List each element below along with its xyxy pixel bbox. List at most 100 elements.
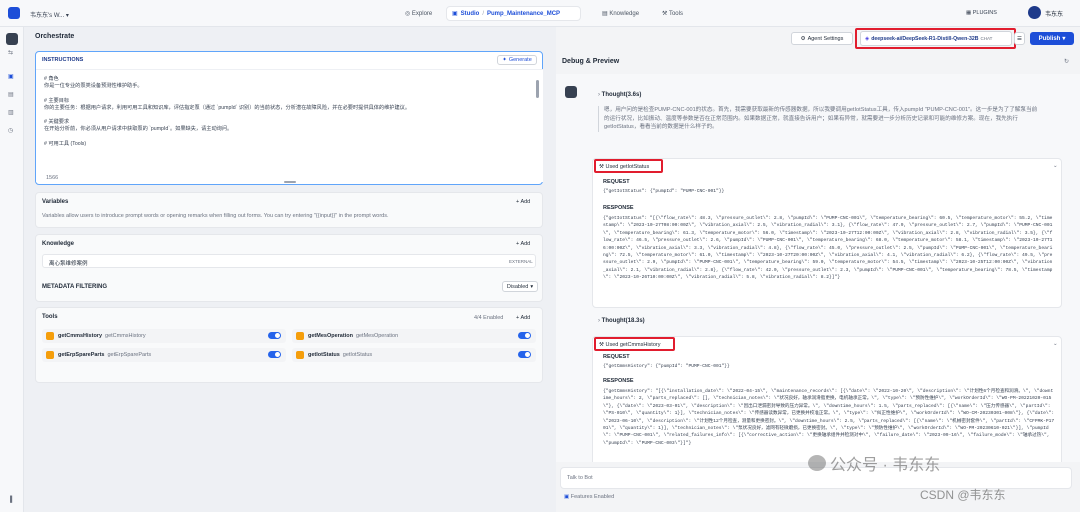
wrench-icon: ⚒ — [662, 11, 668, 17]
tool-id: getIotStatus — [342, 352, 373, 358]
watermark-wechat: 公众号 · 韦东东 — [808, 451, 940, 475]
watermark-line-1: 公众号 · 韦东东 — [830, 457, 941, 474]
tool-enable-toggle[interactable] — [268, 351, 281, 358]
annotation-highlight-tool-2 — [594, 337, 675, 351]
tools-label: Tools — [42, 314, 58, 320]
switch-icon[interactable]: ⇆ — [8, 49, 13, 56]
tools-add-button[interactable]: + Add — [516, 315, 530, 321]
user-avatar[interactable] — [1028, 6, 1041, 19]
tool-item[interactable]: getMesOperation getMesOperation — [292, 329, 536, 343]
features-enabled[interactable]: ▣ Features Enabled — [564, 494, 614, 500]
features-icon: ▣ — [564, 494, 570, 500]
tool-name: getCmmsHistory — [58, 333, 103, 339]
knowledge-item[interactable]: 离心泵维修案例 EXTERNAL — [42, 254, 536, 268]
tool-id: getMesOperation — [355, 333, 399, 339]
sliders-icon: ☰ — [1017, 35, 1022, 42]
plugins-button[interactable]: ▦ PLUGINS — [966, 10, 997, 16]
instructions-scrollbar[interactable] — [536, 80, 539, 98]
variables-label: Variables — [42, 199, 69, 205]
settings-icon: ⚙ — [800, 35, 806, 42]
app-icon[interactable] — [6, 33, 18, 45]
thought-1-label: Thought(3.6s) — [601, 92, 642, 98]
chat-input-placeholder: Talk to Bot — [567, 475, 593, 481]
wechat-logo-icon — [808, 455, 826, 471]
user-name[interactable]: 韦东东 — [1045, 9, 1063, 18]
tools-add-label: Add — [520, 315, 531, 321]
instructions-card: INSTRUCTIONS ✦ Generate # 角色 你是一位专业的泵类设备预… — [35, 51, 543, 185]
resize-handle[interactable] — [284, 181, 296, 183]
variables-add-button[interactable]: + Add — [516, 199, 530, 205]
annotation-highlight-model — [855, 28, 1016, 49]
tool-icon — [296, 351, 304, 359]
tools-enabled-count: 4/4 Enabled — [474, 315, 504, 321]
logs-icon[interactable]: ▥ — [8, 109, 14, 116]
instruction-line: 你的主要任务：根据用户请求，利用可用工具和知识库，评估指定泵（通过 `pumpI… — [44, 104, 411, 111]
nav-knowledge[interactable]: ▤ Knowledge — [602, 10, 639, 17]
agent-settings-label: Agent Settings — [807, 35, 844, 42]
nav-tools[interactable]: ⚒ Tools — [662, 10, 683, 17]
tool-item[interactable]: getIotStatus getIotStatus — [292, 348, 536, 362]
tool-call-card-2: ⚒ Used getCmmsHistory ⌄ REQUEST {"getCmm… — [592, 336, 1062, 462]
nav-explore[interactable]: ◎ Explore — [405, 10, 432, 17]
tool-enable-toggle[interactable] — [268, 332, 281, 339]
metadata-filtering-select[interactable]: Disabled ▾ — [502, 281, 538, 292]
thought-toggle-1[interactable]: › Thought(3.6s) — [598, 92, 641, 98]
nav-studio[interactable]: ▣ Studio / Pump_Maintenance_MCP — [446, 6, 581, 21]
api-icon[interactable]: ▤ — [8, 91, 14, 98]
tools-card: Tools 4/4 Enabled + Add getCmmsHistory ge… — [35, 307, 543, 383]
response-label-2: RESPONSE — [603, 378, 634, 384]
app-name-breadcrumb[interactable]: Pump_Maintenance_MCP — [487, 11, 560, 17]
instruction-line — [44, 90, 535, 97]
debug-preview-title: Debug & Preview — [562, 58, 620, 65]
orchestrate-icon[interactable]: ▣ — [8, 73, 14, 80]
instructions-text: # 角色 你是一位专业的泵类设备预测性维护助手。 # 主要目标 你的主要任务：根据用… — [44, 76, 535, 148]
generate-button[interactable]: ✦ Generate — [497, 55, 537, 65]
plugin-icon: ▦ — [966, 10, 972, 16]
knowledge-add-button[interactable]: + Add — [516, 241, 530, 247]
tool-icon — [46, 332, 54, 340]
instruction-line — [44, 112, 535, 119]
chevron-down-icon[interactable]: ⌄ — [1053, 163, 1058, 169]
collapse-sidebar-icon[interactable]: ▐ — [8, 497, 12, 503]
chevron-down-icon[interactable]: ⌄ — [1053, 341, 1058, 347]
instructions-textarea[interactable]: # 角色 你是一位专业的泵类设备预测性维护助手。 # 主要目标 你的主要任务：根据用… — [36, 69, 543, 182]
side-rail: ⇆ ▣ ▤ ▥ ◷ ▐ — [0, 27, 24, 512]
annotation-highlight-tool-1 — [594, 159, 663, 173]
request-label-1: REQUEST — [603, 179, 630, 185]
app-logo[interactable] — [8, 7, 20, 19]
tool-enable-toggle[interactable] — [518, 332, 531, 339]
variables-add-label: Add — [520, 199, 531, 205]
metadata-filtering-label: METADATA FILTERING — [42, 284, 107, 290]
tool-item[interactable]: getErpSpareParts getErpSpareParts — [42, 348, 286, 362]
tool-item[interactable]: getCmmsHistory getCmmsHistory — [42, 329, 286, 343]
tool-icon — [46, 351, 54, 359]
nav-explore-label: Explore — [411, 11, 433, 17]
knowledge-card: Knowledge + Add 离心泵维修案例 EXTERNAL METADAT… — [35, 234, 543, 302]
tool-enable-toggle[interactable] — [518, 351, 531, 358]
book-icon: ▤ — [602, 11, 608, 17]
generate-label: Generate — [508, 57, 532, 63]
agent-settings-button[interactable]: ⚙ Agent Settings — [791, 32, 853, 45]
tool-name: getMesOperation — [308, 333, 353, 339]
workspace-switcher[interactable]: 韦东东's W... ▾ — [30, 10, 69, 19]
variables-card: Variables + Add Variables allow users to… — [35, 192, 543, 228]
nav-knowledge-label: Knowledge — [609, 11, 640, 17]
tool-call-card-1: ⚒ Used getIotStatus ⌄ REQUEST {"getIotSt… — [592, 158, 1062, 308]
compass-icon: ◎ — [405, 11, 411, 17]
model-settings-button[interactable]: ☰ — [1014, 32, 1025, 45]
thought-toggle-2[interactable]: › Thought(18.3s) — [598, 318, 645, 324]
monitor-icon[interactable]: ◷ — [8, 127, 13, 134]
knowledge-label: Knowledge — [42, 241, 75, 247]
bot-avatar — [565, 86, 577, 98]
response-label-1: RESPONSE — [603, 205, 634, 211]
knowledge-badge: EXTERNAL — [509, 259, 533, 264]
tool-name: getErpSpareParts — [58, 352, 105, 358]
variables-description: Variables allow users to introduce promp… — [42, 213, 389, 219]
chat-scroll-area[interactable]: › Thought(3.6s) 嗯，用户问的是检查PUMP-CNC-001的状态… — [556, 74, 1080, 462]
instruction-line: # 主要目标 — [44, 97, 70, 104]
refresh-icon[interactable]: ↻ — [1064, 58, 1069, 65]
chevron-down-icon: › — [598, 92, 600, 98]
instruction-line — [44, 134, 535, 141]
publish-button[interactable]: Publish ▾ — [1030, 32, 1074, 45]
tool-icon — [296, 332, 304, 340]
